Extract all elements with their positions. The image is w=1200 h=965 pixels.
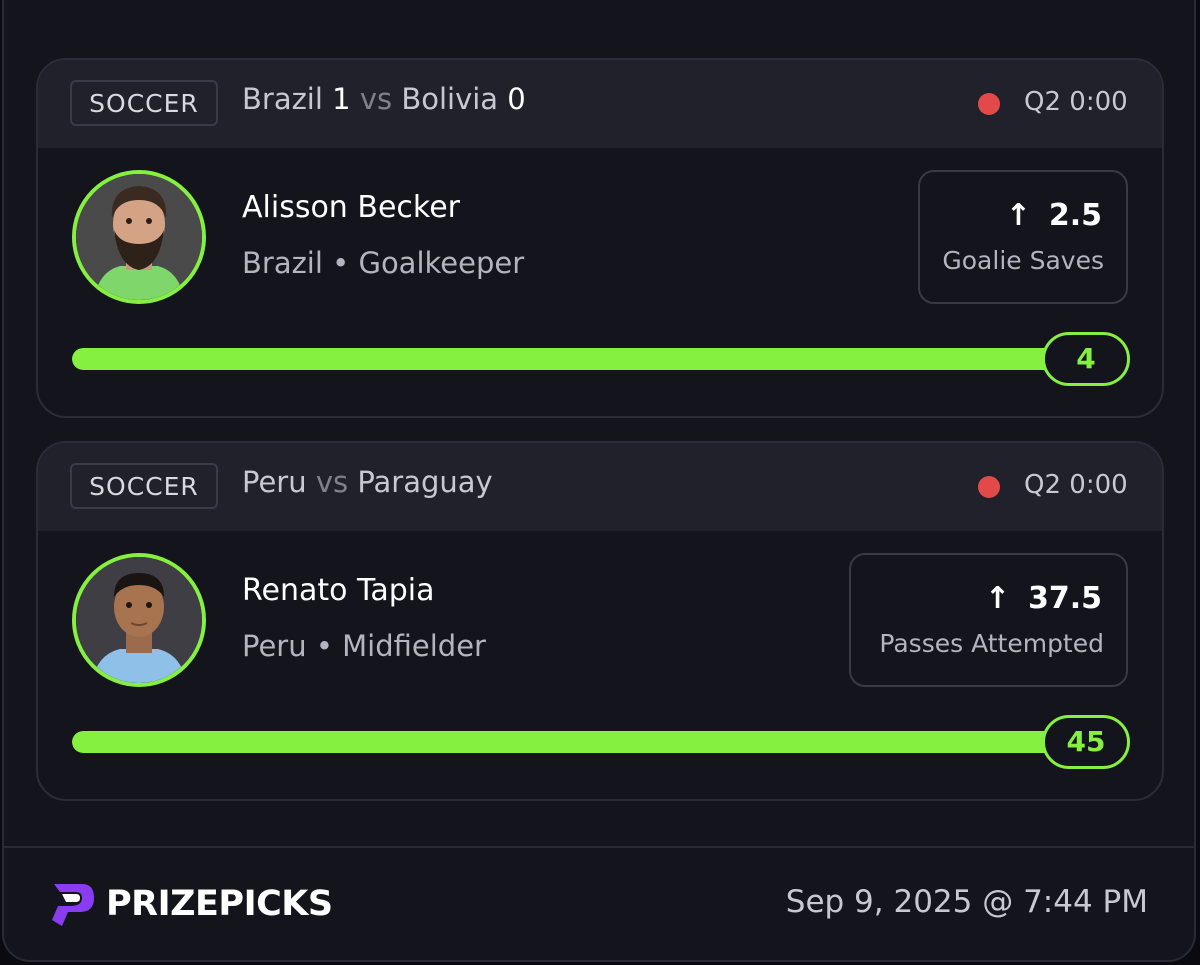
midfielder-avatar-icon <box>76 557 202 683</box>
line-number: 37.5 <box>1027 581 1102 616</box>
card-header: SOCCER Brazil 1 vs Bolivia 0 Q2 0:00 <box>38 60 1162 148</box>
away-score: 0 <box>507 82 526 116</box>
pick-card[interactable]: SOCCER Brazil 1 vs Bolivia 0 Q2 0:00 Ali… <box>36 58 1164 418</box>
sport-badge: SOCCER <box>70 80 218 126</box>
live-indicator-icon <box>978 476 1000 498</box>
matchup: Peru vs Paraguay <box>242 465 493 499</box>
result-badge: 4 <box>1042 332 1130 386</box>
share-timestamp: Sep 9, 2025 @ 7:44 PM <box>785 884 1148 920</box>
home-team: Brazil <box>242 82 323 116</box>
result-badge: 45 <box>1042 715 1130 769</box>
stat-type: Passes Attempted <box>879 629 1104 658</box>
player-avatar <box>72 553 206 687</box>
progress-fill <box>72 348 1072 370</box>
away-team: Bolivia <box>401 82 499 116</box>
player-meta: Peru • Midfielder <box>242 629 486 663</box>
vs-label: vs <box>315 465 349 499</box>
home-team: Peru <box>242 465 307 499</box>
stat-type: Goalie Saves <box>942 246 1104 275</box>
arrow-up-icon: ↑ <box>984 581 1010 616</box>
away-team: Paraguay <box>357 465 493 499</box>
player-name: Alisson Becker <box>242 190 460 225</box>
projection-box: ↑ 37.5 Passes Attempted <box>849 553 1128 687</box>
progress-fill <box>72 731 1072 753</box>
projection-value: ↑ 37.5 <box>985 581 1102 616</box>
game-clock: Q2 0:00 <box>1024 87 1128 117</box>
brand-name: PRIZEPICKS <box>106 884 333 924</box>
goalkeeper-avatar-icon <box>76 174 202 300</box>
arrow-up-icon: ↑ <box>1005 198 1031 233</box>
pick-card[interactable]: SOCCER Peru vs Paraguay Q2 0:00 Renato T… <box>36 441 1164 801</box>
sport-badge: SOCCER <box>70 463 218 509</box>
player-meta: Brazil • Goalkeeper <box>242 246 525 280</box>
projection-box: ↑ 2.5 Goalie Saves <box>918 170 1128 304</box>
player-name: Renato Tapia <box>242 573 435 608</box>
home-score: 1 <box>332 82 351 116</box>
player-avatar <box>72 170 206 304</box>
matchup: Brazil 1 vs Bolivia 0 <box>242 82 526 116</box>
footer-divider <box>2 846 1196 848</box>
live-indicator-icon <box>978 93 1000 115</box>
game-clock: Q2 0:00 <box>1024 470 1128 500</box>
progress-track <box>72 731 1072 753</box>
progress-track <box>72 348 1072 370</box>
line-number: 2.5 <box>1048 198 1102 233</box>
vs-label: vs <box>359 82 393 116</box>
card-header: SOCCER Peru vs Paraguay Q2 0:00 <box>38 443 1162 531</box>
prizepicks-logo-icon <box>52 884 94 926</box>
projection-value: ↑ 2.5 <box>1006 198 1102 233</box>
